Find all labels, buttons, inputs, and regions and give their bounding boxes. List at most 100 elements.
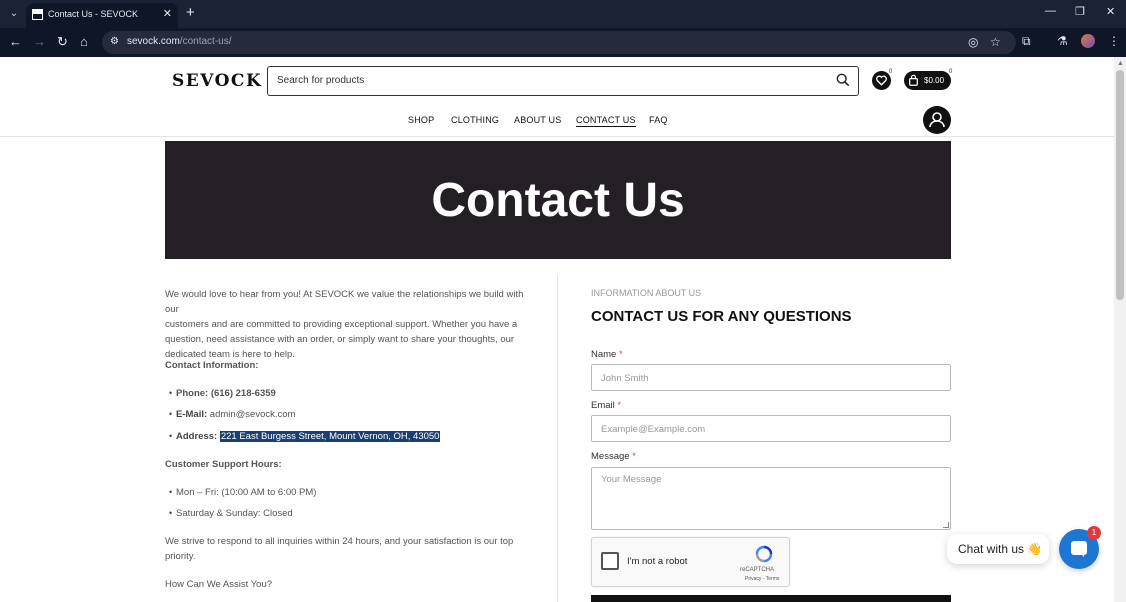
chat-label: Chat with us 👋: [958, 542, 1043, 556]
nav-contact-us[interactable]: CONTACT US: [576, 115, 636, 127]
email-value[interactable]: admin@sevock.com: [210, 409, 296, 420]
name-field[interactable]: John Smith: [591, 364, 951, 391]
home-icon[interactable]: ⌂: [80, 34, 88, 50]
bullet: •: [169, 409, 173, 419]
recaptcha-links[interactable]: Privacy - Terms: [745, 576, 779, 582]
message-label: Message *: [591, 451, 636, 462]
name-placeholder: John Smith: [601, 373, 649, 384]
address-bar[interactable]: ⚙ sevock.com/contact-us/ ◎ ☆: [102, 31, 1016, 54]
bullet: •: [169, 388, 173, 398]
close-tab-icon[interactable]: ✕: [163, 7, 172, 20]
intro-text: We would love to hear from you! At SEVOC…: [165, 287, 535, 362]
assist-heading: How Can We Assist You?: [165, 579, 273, 590]
site-logo[interactable]: SEVOCK: [172, 71, 262, 91]
nav-faq[interactable]: FAQ: [649, 115, 668, 125]
bullet: •: [169, 487, 173, 497]
address-item: Address: 221 East Burgess Street, Mount …: [176, 431, 441, 442]
message-placeholder: Your Message: [601, 474, 662, 485]
intro-line: We would love to hear from you! At SEVOC…: [165, 289, 524, 315]
required-mark: *: [617, 400, 622, 411]
hours-weekend: Saturday & Sunday: Closed: [176, 508, 293, 519]
intro-line: customers and are committed to providing…: [165, 319, 518, 330]
menu-kebab-icon[interactable]: ⋮: [1108, 34, 1120, 48]
email-item: E-Mail: admin@sevock.com: [176, 409, 295, 420]
name-label-text: Name: [591, 349, 617, 360]
contact-info-heading: Contact Information:: [165, 360, 259, 371]
browser-toolbar: ← → ↻ ⌂ ⚙ sevock.com/contact-us/ ◎ ☆ ⧉ ⚗…: [0, 28, 1126, 57]
forward-icon[interactable]: →: [33, 34, 46, 50]
address-label: Address:: [176, 431, 218, 442]
column-divider: [557, 275, 558, 602]
star-icon[interactable]: ☆: [990, 35, 1001, 49]
scroll-up-arrow-icon[interactable]: ▲: [1117, 60, 1124, 67]
bag-icon: [909, 74, 918, 86]
response-line: We strive to respond to all inquiries wi…: [165, 536, 514, 547]
email-placeholder: Example@Example.com: [601, 424, 706, 435]
header-divider: [0, 136, 1114, 137]
cart-button[interactable]: $0.00: [904, 71, 951, 90]
browser-tab[interactable]: Contact Us - SEVOCK ✕: [26, 3, 178, 28]
nav-clothing[interactable]: CLOTHING: [451, 115, 499, 125]
response-line: priority.: [165, 551, 196, 562]
cart-total: $0.00: [924, 76, 945, 85]
eye-off-icon[interactable]: ◎: [968, 35, 978, 49]
recaptcha-label: I'm not a robot: [627, 556, 688, 567]
page-title: Contact Us: [431, 174, 685, 227]
support-hours-heading: Customer Support Hours:: [165, 459, 282, 470]
restore-icon[interactable]: ❐: [1075, 5, 1085, 18]
profile-avatar[interactable]: [1081, 34, 1095, 48]
hours-weekday: Mon – Fri: (10:00 AM to 6:00 PM): [176, 487, 317, 498]
message-field[interactable]: Your Message: [591, 467, 951, 530]
submit-button[interactable]: [591, 595, 951, 602]
new-tab-icon[interactable]: +: [186, 4, 195, 22]
tab-title: Contact Us - SEVOCK: [48, 9, 139, 19]
recaptcha-checkbox[interactable]: [601, 552, 619, 570]
form-eyebrow: INFORMATION ABOUT US: [591, 288, 702, 298]
recaptcha-logo-icon: [755, 545, 773, 563]
url-path: /contact-us/: [179, 36, 232, 47]
email-label-text: Email: [591, 400, 615, 411]
message-label-text: Message: [591, 451, 630, 462]
wishlist-count: 0: [889, 69, 893, 75]
favicon-icon: [32, 9, 43, 20]
email-label: E-Mail:: [176, 409, 208, 420]
back-icon[interactable]: ←: [9, 34, 22, 50]
site-info-icon[interactable]: ⚙: [110, 36, 119, 47]
email-label: Email *: [591, 400, 621, 411]
close-window-icon[interactable]: ✕: [1106, 5, 1115, 18]
bullet: •: [169, 431, 173, 441]
minimize-icon[interactable]: —: [1045, 5, 1056, 17]
phone-item: Phone: (616) 218-6359: [176, 388, 276, 399]
web-page: SEVOCK Search for products 0 $0.00 0 SHO…: [0, 57, 1114, 602]
search-icon[interactable]: [836, 73, 850, 87]
extensions-icon[interactable]: ⧉: [1022, 34, 1031, 49]
search-input[interactable]: Search for products: [267, 66, 859, 96]
browser-tab-bar: ⌄ Contact Us - SEVOCK ✕ + — ❐ ✕: [0, 0, 1126, 28]
form-heading: CONTACT US FOR ANY QUESTIONS: [591, 308, 852, 325]
url-text[interactable]: sevock.com/contact-us/: [127, 36, 232, 47]
account-button[interactable]: [923, 106, 951, 134]
user-icon: [929, 112, 945, 128]
required-mark: *: [632, 451, 636, 462]
chat-bubble-icon: [1071, 541, 1087, 557]
name-label: Name *: [591, 349, 623, 360]
labs-icon[interactable]: ⚗: [1057, 34, 1068, 48]
recaptcha-widget: I'm not a robot reCAPTCHA Privacy - Term…: [591, 537, 790, 587]
intro-line: question, need assistance with an order,…: [165, 334, 515, 345]
response-text: We strive to respond to all inquiries wi…: [165, 534, 513, 564]
address-value-selected[interactable]: 221 East Burgess Street, Mount Vernon, O…: [219, 431, 441, 442]
nav-shop[interactable]: SHOP: [408, 115, 434, 125]
scrollbar-thumb[interactable]: [1116, 70, 1124, 300]
nav-about-us[interactable]: ABOUT US: [514, 115, 561, 125]
search-placeholder: Search for products: [277, 75, 365, 86]
chat-prompt[interactable]: Chat with us 👋: [947, 534, 1049, 564]
resize-handle-icon[interactable]: [943, 522, 949, 528]
hero-banner: Contact Us: [165, 141, 951, 259]
url-domain: sevock.com: [127, 36, 180, 47]
tab-search-icon[interactable]: ⌄: [6, 6, 22, 22]
reload-icon[interactable]: ↻: [57, 34, 68, 50]
bullet: •: [169, 508, 173, 518]
chat-unread-badge: 1: [1087, 526, 1101, 540]
email-field[interactable]: Example@Example.com: [591, 415, 951, 442]
required-mark: *: [618, 349, 623, 360]
